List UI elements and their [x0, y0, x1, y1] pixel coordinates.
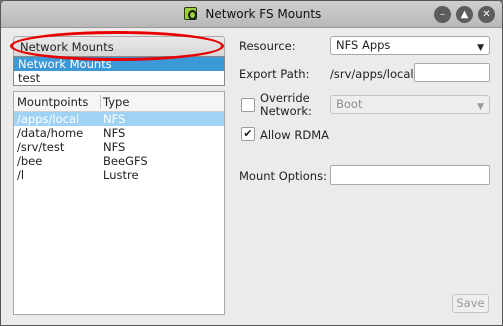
mounts-table: Mountpoints Type /apps/local NFS /data/h…: [13, 91, 225, 315]
table-row[interactable]: /bee BeeGFS: [14, 154, 224, 168]
resource-select[interactable]: NFS Apps ▼: [330, 36, 490, 55]
cell-type: Lustre: [103, 168, 139, 182]
export-path-prefix: /srv/apps/local/: [330, 67, 418, 81]
cell-mountpoint: /data/home: [17, 126, 84, 140]
resource-label: Resource:: [239, 39, 296, 53]
override-network-label-line1: Override: [260, 91, 310, 105]
close-button[interactable]: ✕: [478, 6, 495, 23]
allow-rdma-checkbox[interactable]: ✔: [241, 127, 255, 141]
column-header-mountpoints[interactable]: Mountpoints: [17, 95, 88, 109]
mounts-combo-popup: Network Mounts test: [13, 56, 225, 86]
export-path-input[interactable]: [414, 63, 490, 82]
maximize-button[interactable]: ▲: [456, 6, 473, 23]
cell-mountpoint: /srv/test: [17, 140, 65, 154]
mounts-combo[interactable]: Network Mounts: [13, 36, 225, 58]
override-network-label-line2: Network:: [260, 104, 312, 118]
cell-type: NFS: [103, 140, 126, 154]
cell-type: BeeGFS: [103, 154, 148, 168]
cell-mountpoint: /apps/local: [17, 112, 80, 126]
override-network-label: Override Network:: [260, 92, 312, 118]
table-row[interactable]: /data/home NFS: [14, 126, 224, 140]
cell-mountpoint: /bee: [17, 154, 43, 168]
title-bar: Network FS Mounts – ▲ ✕: [1, 1, 502, 28]
network-select[interactable]: Boot ▼: [330, 95, 490, 114]
export-path-label: Export Path:: [239, 67, 310, 81]
popup-option-test[interactable]: test: [14, 71, 224, 85]
cell-mountpoint: /l: [17, 168, 25, 182]
cell-type: NFS: [103, 112, 126, 126]
chevron-down-icon: ▼: [477, 43, 484, 53]
resource-select-value: NFS Apps: [336, 38, 391, 52]
cell-type: NFS: [103, 126, 126, 140]
allow-rdma-label: Allow RDMA: [260, 128, 329, 142]
save-button[interactable]: Save: [452, 294, 489, 313]
app-icon: [183, 7, 197, 20]
override-network-checkbox[interactable]: [241, 98, 255, 112]
chevron-down-icon: ▼: [477, 102, 484, 112]
minimize-button[interactable]: –: [434, 6, 451, 23]
column-separator[interactable]: [100, 95, 101, 109]
table-row[interactable]: /apps/local NFS: [14, 112, 224, 126]
table-row[interactable]: /srv/test NFS: [14, 140, 224, 154]
checkmark-icon: ✔: [243, 127, 253, 140]
table-header: Mountpoints Type: [14, 92, 224, 112]
mount-options-label: Mount Options:: [239, 169, 327, 183]
column-header-type[interactable]: Type: [103, 95, 129, 109]
table-row[interactable]: /l Lustre: [14, 168, 224, 182]
popup-option-network-mounts[interactable]: Network Mounts: [14, 57, 224, 71]
network-select-value: Boot: [336, 97, 363, 111]
mount-options-input[interactable]: [330, 165, 490, 185]
mounts-combo-value: Network Mounts: [20, 40, 114, 54]
window-title: Network FS Mounts: [205, 7, 322, 21]
window: Network FS Mounts – ▲ ✕ Network Mounts N…: [0, 0, 503, 326]
